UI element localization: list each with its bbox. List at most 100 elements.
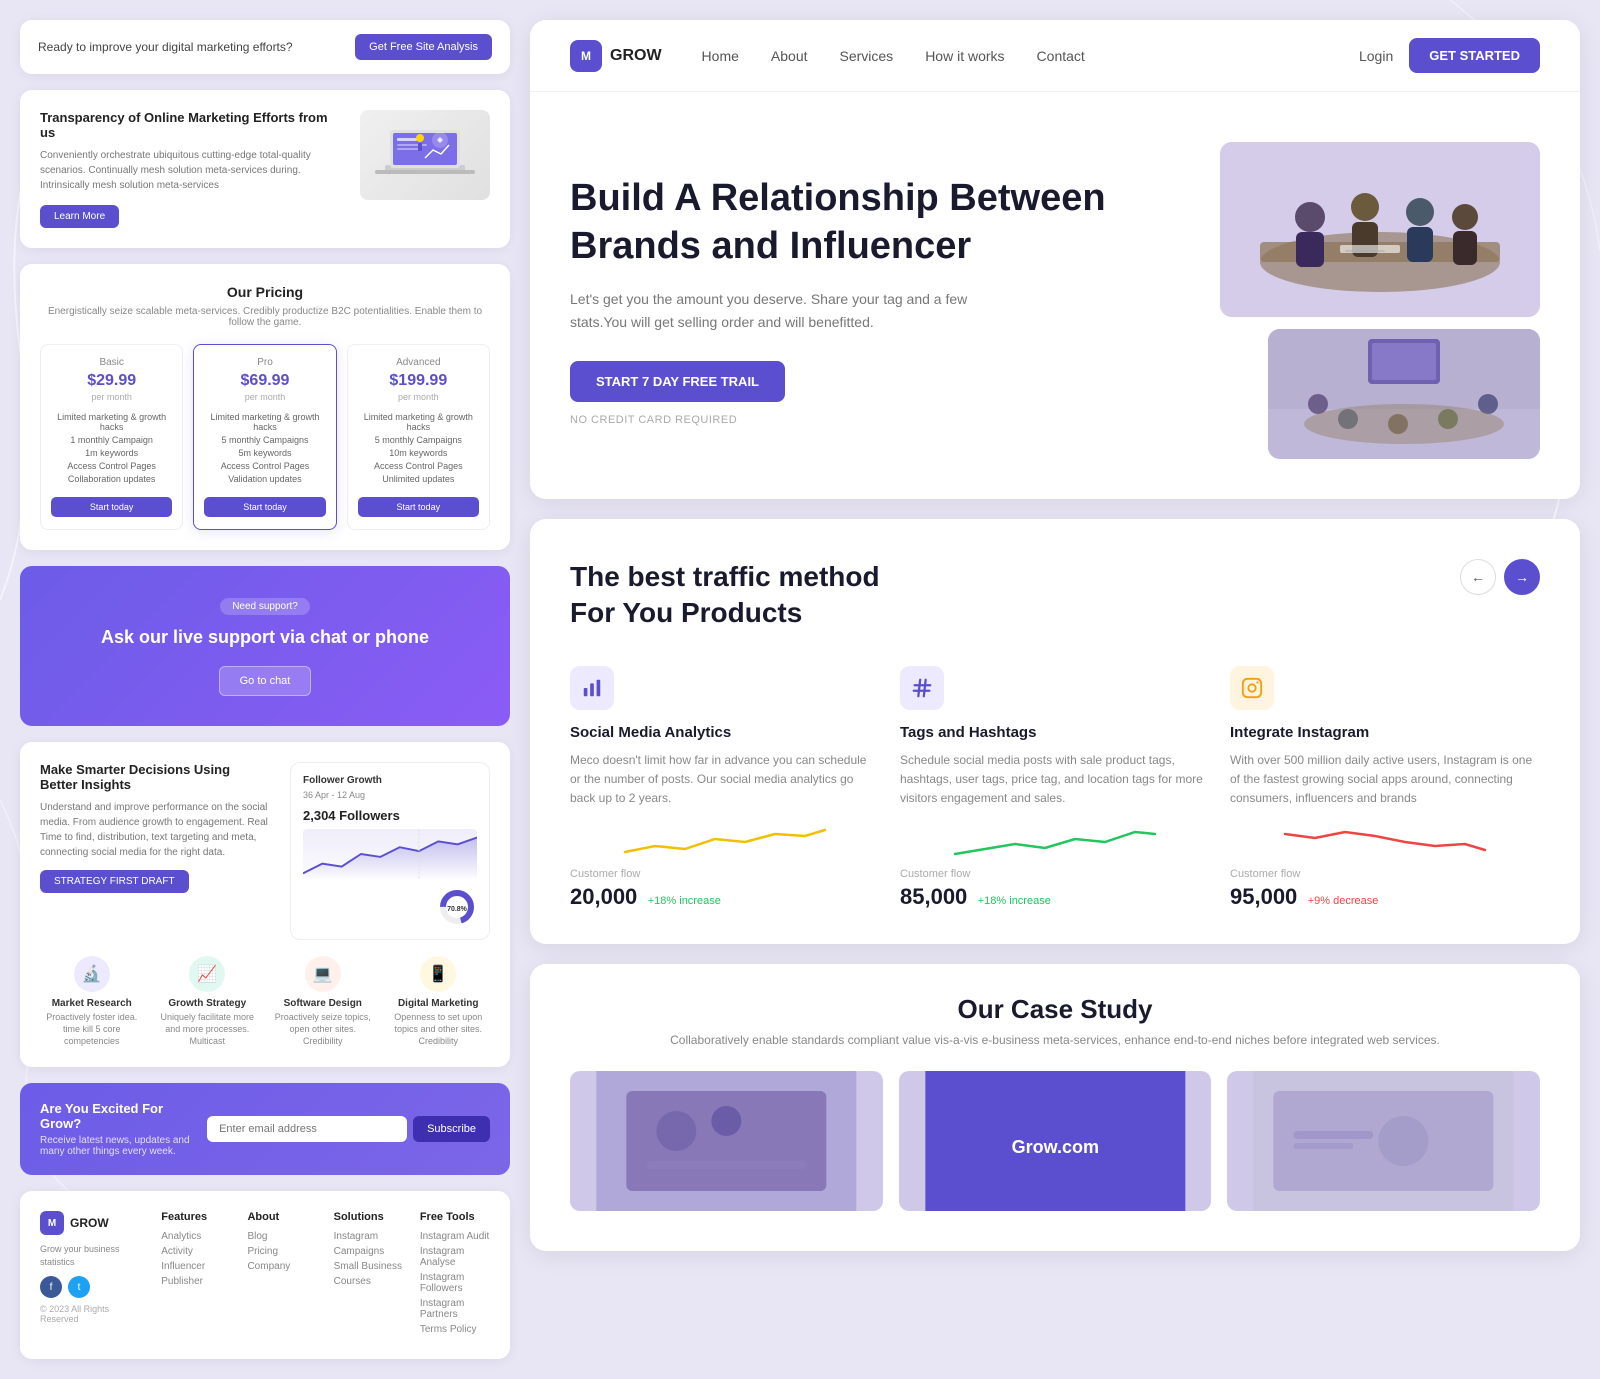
nav-link-how-it-works[interactable]: How it works <box>925 48 1004 64</box>
nav-link-about[interactable]: About <box>771 48 808 64</box>
nav-actions: Login GET STARTED <box>1359 38 1540 73</box>
footer-link-terms[interactable]: Terms Policy <box>420 1324 490 1335</box>
instagram-flow-label: Customer flow <box>1230 868 1540 880</box>
insights-card: Make Smarter Decisions Using Better Insi… <box>20 742 510 1067</box>
nav-logo: M GROW <box>570 40 662 72</box>
feature-adv-3: 10m keywords <box>358 448 479 458</box>
nav-arrows: ← → <box>1460 559 1540 595</box>
footer-link-company[interactable]: Company <box>247 1261 317 1272</box>
hero-img-bottom <box>1268 329 1540 459</box>
footer-link-instagram[interactable]: Instagram <box>334 1231 404 1242</box>
nav-cta-button[interactable]: GET STARTED <box>1409 38 1540 73</box>
case-study-desc: Collaboratively enable standards complia… <box>570 1033 1540 1047</box>
price-col-basic: Basic $29.99 per month Limited marketing… <box>40 344 183 530</box>
plan-btn-adv[interactable]: Start today <box>358 497 479 517</box>
newsletter-email-input[interactable] <box>207 1116 407 1142</box>
plan-period-pro: per month <box>204 392 325 402</box>
pricing-desc: Energistically seize scalable meta-servi… <box>40 306 490 328</box>
hashtags-value: 85,000 <box>900 884 967 909</box>
support-badge: Need support? <box>220 598 310 615</box>
nav-links: Home About Services How it works Contact <box>702 48 1359 64</box>
footer-card: M GROW Grow your business statistics f t… <box>20 1191 510 1359</box>
footer-link-influencer[interactable]: Influencer <box>161 1261 231 1272</box>
footer-link-ig-followers[interactable]: Instagram Followers <box>420 1272 490 1294</box>
nav-link-services[interactable]: Services <box>840 48 894 64</box>
footer-link-campaigns[interactable]: Campaigns <box>334 1246 404 1257</box>
hero-no-cc: NO CREDIT CARD REQUIRED <box>570 414 1180 426</box>
chart-title: Follower Growth <box>303 775 477 786</box>
traffic-card-instagram: Integrate Instagram With over 500 millio… <box>1230 662 1540 915</box>
service-digital-marketing: 📱 Digital Marketing Openness to set upon… <box>387 956 491 1047</box>
nav-link-contact[interactable]: Contact <box>1037 48 1085 64</box>
plan-btn-pro[interactable]: Start today <box>204 497 325 517</box>
hero-card-button[interactable]: Learn More <box>40 205 119 228</box>
footer-link-blog[interactable]: Blog <box>247 1231 317 1242</box>
price-col-advanced: Advanced $199.99 per month Limited marke… <box>347 344 490 530</box>
footer-col-solutions-title: Solutions <box>334 1211 404 1223</box>
insights-desc: Understand and improve performance on th… <box>40 800 270 860</box>
instagram-desc: With over 500 million daily active users… <box>1230 751 1540 809</box>
service-name-1: Growth Strategy <box>156 998 260 1009</box>
footer-col-freetools: Free Tools Instagram Audit Instagram Ana… <box>420 1211 490 1339</box>
support-banner: Need support? Ask our live support via c… <box>20 566 510 726</box>
footer-link-small-business[interactable]: Small Business <box>334 1261 404 1272</box>
nav-link-home[interactable]: Home <box>702 48 739 64</box>
feature-adv-2: 5 monthly Campaigns <box>358 435 479 445</box>
analytics-desc: Meco doesn't limit how far in advance yo… <box>570 751 880 809</box>
newsletter-subscribe-button[interactable]: Subscribe <box>413 1116 490 1142</box>
insights-header: Make Smarter Decisions Using Better Insi… <box>40 762 490 940</box>
follower-count: 2,304 Followers <box>303 808 477 823</box>
footer-link-courses[interactable]: Courses <box>334 1276 404 1287</box>
case-study-title: Our Case Study <box>570 994 1540 1025</box>
footer-link-pricing[interactable]: Pricing <box>247 1246 317 1257</box>
hero-card-image <box>360 110 490 200</box>
support-button[interactable]: Go to chat <box>219 666 312 696</box>
feature-pro-5: Validation updates <box>204 474 325 484</box>
insights-text: Make Smarter Decisions Using Better Insi… <box>40 762 270 940</box>
digital-marketing-icon: 📱 <box>420 956 456 992</box>
next-arrow[interactable]: → <box>1504 559 1540 595</box>
insights-button[interactable]: STRATEGY FIRST DRAFT <box>40 870 189 893</box>
hashtags-sparkline <box>900 824 1210 860</box>
brand-name: GROW <box>70 1216 109 1230</box>
insights-title: Make Smarter Decisions Using Better Insi… <box>40 762 270 792</box>
footer-link-ig-partners[interactable]: Instagram Partners <box>420 1298 490 1320</box>
feature-pro-4: Access Control Pages <box>204 461 325 471</box>
nav-login[interactable]: Login <box>1359 48 1393 64</box>
twitter-icon[interactable]: t <box>68 1276 90 1298</box>
footer-rights: © 2023 All Rights Reserved <box>40 1304 145 1324</box>
instagram-value: 95,000 <box>1230 884 1297 909</box>
service-name-2: Software Design <box>271 998 375 1009</box>
pricing-title: Our Pricing <box>40 284 490 300</box>
facebook-icon[interactable]: f <box>40 1276 62 1298</box>
footer-brand-desc: Grow your business statistics <box>40 1243 145 1268</box>
plan-price-pro: $69.99 <box>204 372 325 390</box>
traffic-title-text: The best traffic methodFor You Products <box>570 561 880 628</box>
cta-banner-button[interactable]: Get Free Site Analysis <box>355 34 492 60</box>
footer-link-publisher[interactable]: Publisher <box>161 1276 231 1287</box>
prev-arrow[interactable]: ← <box>1460 559 1496 595</box>
footer-link-activity[interactable]: Activity <box>161 1246 231 1257</box>
analytics-icon <box>570 666 614 710</box>
instagram-title: Integrate Instagram <box>1230 724 1540 741</box>
instagram-flow-value: 95,000 +9% decrease <box>1230 884 1540 910</box>
newsletter-desc: Receive latest news, updates and many ot… <box>40 1135 207 1157</box>
hero-title: Build A Relationship Between Brands and … <box>570 175 1180 270</box>
footer-link-ig-analyse[interactable]: Instagram Analyse <box>420 1246 490 1268</box>
hero-img-top <box>1220 142 1540 317</box>
footer-link-analytics[interactable]: Analytics <box>161 1231 231 1242</box>
nav-logo-text: GROW <box>610 47 662 65</box>
case-card-2: Grow.com <box>899 1071 1212 1211</box>
footer-grid: M GROW Grow your business statistics f t… <box>40 1211 490 1339</box>
footer-link-ig-audit[interactable]: Instagram Audit <box>420 1231 490 1242</box>
service-market-research: 🔬 Market Research Proactively foster ide… <box>40 956 144 1047</box>
market-research-icon: 🔬 <box>74 956 110 992</box>
cta-banner: Ready to improve your digital marketing … <box>20 20 510 74</box>
hero-cta-button[interactable]: START 7 DAY FREE TRAIL <box>570 361 785 402</box>
plan-btn-basic[interactable]: Start today <box>51 497 172 517</box>
pricing-card: Our Pricing Energistically seize scalabl… <box>20 264 510 550</box>
case-study-card: Our Case Study Collaboratively enable st… <box>530 964 1580 1251</box>
services-grid: 🔬 Market Research Proactively foster ide… <box>40 956 490 1047</box>
social-icons: f t <box>40 1276 145 1298</box>
nav-logo-icon: M <box>570 40 602 72</box>
